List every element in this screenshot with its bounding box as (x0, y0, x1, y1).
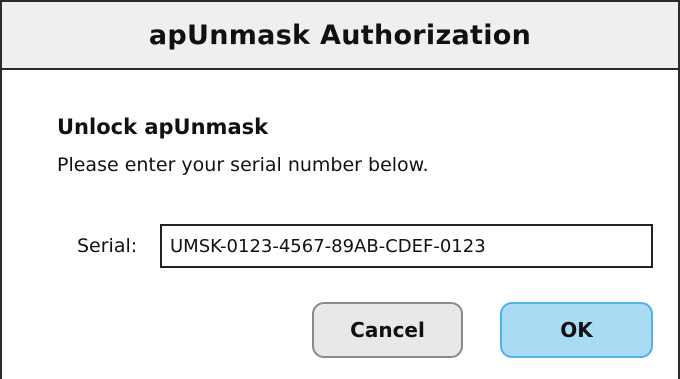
dialog-heading: Unlock apUnmask (57, 115, 269, 139)
ok-button[interactable]: OK (500, 302, 653, 358)
dialog-title: apUnmask Authorization (148, 19, 532, 51)
dialog-titlebar[interactable]: apUnmask Authorization (2, 2, 678, 70)
serial-input[interactable] (160, 224, 653, 268)
serial-label: Serial: (77, 235, 138, 257)
cancel-button[interactable]: Cancel (312, 302, 463, 358)
dialog-message: Please enter your serial number below. (57, 154, 429, 176)
authorization-dialog: apUnmask Authorization Unlock apUnmask P… (0, 0, 680, 379)
